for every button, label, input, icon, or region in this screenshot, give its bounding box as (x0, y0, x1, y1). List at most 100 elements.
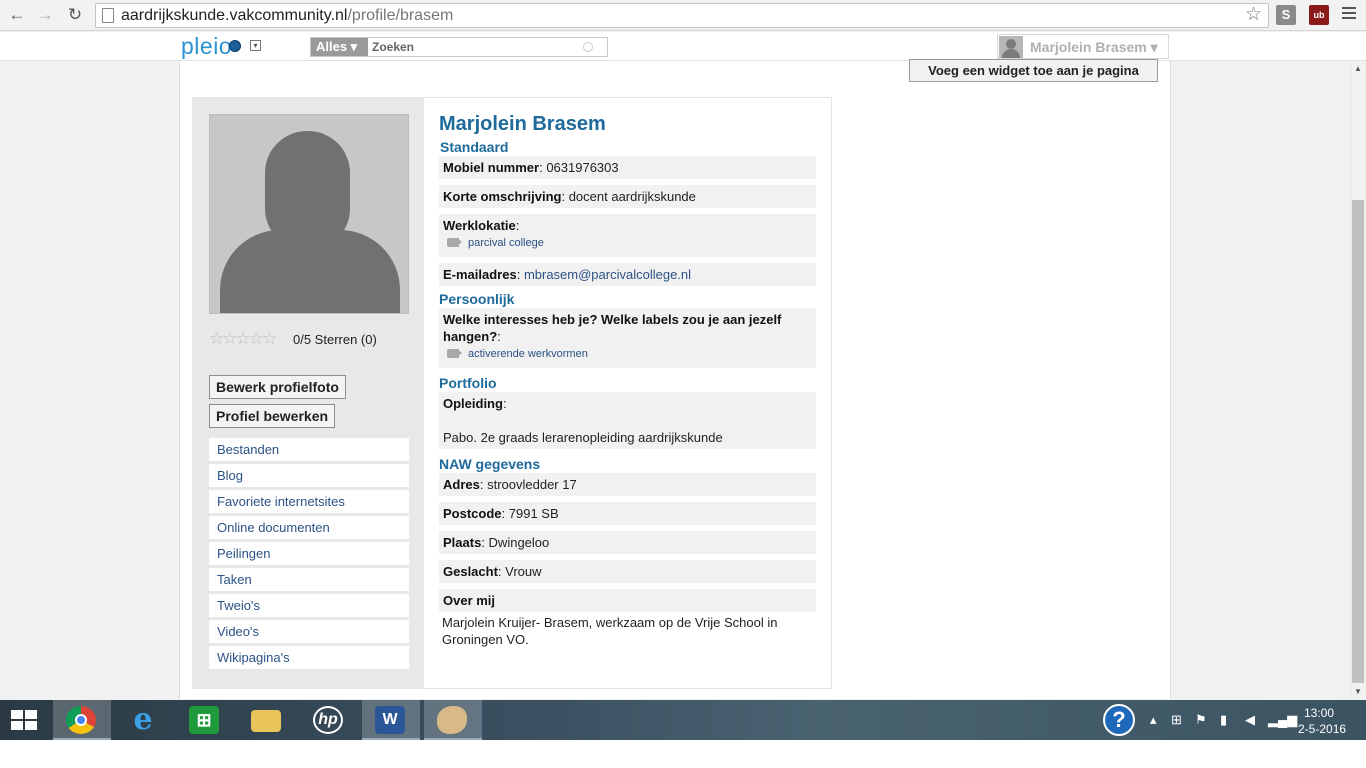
taskbar-explorer[interactable] (238, 700, 296, 740)
reload-icon[interactable]: ↻ (64, 4, 86, 26)
field-label: Werklokatie (443, 218, 516, 233)
field-city: Plaats: Dwingeloo (439, 531, 816, 554)
field-value: 7991 SB (508, 506, 559, 521)
silhouette-head (265, 131, 350, 249)
menu-item-favoriete-internetsites[interactable]: Favoriete internetsites (209, 490, 409, 513)
taskbar-store[interactable]: ⊞ (176, 700, 234, 740)
edit-profile-button[interactable]: Profiel bewerken (209, 404, 336, 428)
back-arrow-icon[interactable]: ← (6, 4, 28, 26)
chevron-down-icon[interactable]: ▾ (250, 40, 261, 51)
field-label: Postcode (443, 506, 502, 521)
about-text: Marjolein Kruijer- Brasem, werkzaam op d… (442, 615, 778, 647)
field-value: Pabo. 2e graads lerarenopleiding aardrij… (443, 430, 723, 445)
screen-bottom-strip (0, 740, 1366, 768)
search-input[interactable] (369, 38, 605, 56)
paint-palette-icon (437, 706, 467, 734)
field-label: Adres (443, 477, 480, 492)
field-work-location: Werklokatie: parcival college (439, 214, 816, 257)
field-label: Opleiding (443, 396, 503, 411)
field-interests: Welke interesses heb je? Welke labels zo… (439, 308, 816, 368)
url-text: aardrijkskunde.vakcommunity.nl/profile/b… (121, 7, 453, 25)
forward-arrow-icon[interactable]: → (34, 4, 56, 26)
chrome-icon (66, 706, 96, 734)
windows-logo-icon (11, 710, 37, 730)
page-icon (102, 8, 114, 23)
extension-s-icon[interactable]: S (1276, 5, 1296, 25)
edit-photo-button[interactable]: Bewerk profielfoto (209, 375, 346, 399)
scroll-up-icon[interactable]: ▲ (1354, 64, 1362, 73)
start-button[interactable] (0, 700, 48, 740)
profile-details: Marjolein Brasem Standaard Mobiel nummer… (439, 112, 816, 648)
field-label: Korte omschrijving (443, 189, 562, 204)
menu-item-blog[interactable]: Blog (209, 464, 409, 487)
menu-item-bestanden[interactable]: Bestanden (209, 438, 409, 461)
profile-menu: Bestanden Blog Favoriete internetsites O… (209, 438, 409, 672)
field-label: Mobiel nummer (443, 160, 540, 175)
url-path: /profile/brasem (347, 7, 454, 24)
tray-flag-icon[interactable]: ⚑ (1195, 712, 1207, 728)
field-gender: Geslacht: Vrouw (439, 560, 816, 583)
folder-icon (251, 710, 281, 732)
site-topbar: pleio ▾ Alles ▾ Marjolein Brasem ▾ (0, 32, 1366, 61)
scroll-down-icon[interactable]: ▼ (1354, 687, 1362, 696)
field-label: Plaats (443, 535, 482, 550)
hp-icon: hp (313, 706, 343, 734)
word-icon: W (375, 706, 405, 734)
avatar (999, 36, 1023, 58)
tag-link[interactable]: parcival college (443, 235, 812, 251)
email-link[interactable]: mbrasem@parcivalcollege.nl (524, 267, 691, 282)
taskbar-hp[interactable]: hp (300, 700, 358, 740)
url-host: aardrijkskunde.vakcommunity.nl (121, 7, 348, 24)
ublock-icon[interactable]: ub (1309, 5, 1329, 25)
field-value: Vrouw (505, 564, 542, 579)
bookmark-star-icon[interactable]: ☆ (1245, 5, 1262, 25)
search-icon[interactable] (583, 42, 593, 52)
clock-time[interactable]: 13:00 (1304, 706, 1334, 720)
menu-item-online-documenten[interactable]: Online documenten (209, 516, 409, 539)
tray-windows-icon[interactable]: ⊞ (1171, 712, 1182, 728)
field-value: Dwingeloo (488, 535, 550, 550)
tray-battery-icon[interactable]: ▮ (1220, 712, 1227, 728)
user-menu[interactable]: Marjolein Brasem ▾ (997, 34, 1169, 59)
pleio-logo[interactable]: pleio (181, 34, 232, 58)
user-name: Marjolein Brasem ▾ (1030, 39, 1158, 55)
profile-photo (209, 114, 409, 314)
menu-item-wikipaginas[interactable]: Wikipagina's (209, 646, 409, 669)
chrome-menu-icon[interactable] (1342, 7, 1356, 22)
search-bar: Alles ▾ (310, 37, 608, 57)
taskbar-internet-explorer[interactable]: e (115, 700, 173, 740)
tray-chevron-up-icon[interactable]: ▴ (1150, 712, 1157, 728)
field-about: Over mij (439, 589, 816, 612)
browser-toolbar: ← → ↻ aardrijkskunde.vakcommunity.nl/pro… (0, 0, 1366, 31)
search-scope-dropdown[interactable]: Alles ▾ (311, 38, 368, 56)
field-description: Korte omschrijving: docent aardrijkskund… (439, 185, 816, 208)
menu-item-peilingen[interactable]: Peilingen (209, 542, 409, 565)
menu-item-tweios[interactable]: Tweio's (209, 594, 409, 617)
store-icon: ⊞ (189, 706, 219, 734)
tray-volume-icon[interactable]: ◀ (1245, 712, 1255, 728)
section-standaard: Standaard (440, 139, 509, 155)
add-widget-button[interactable]: Voeg een widget toe aan je pagina (909, 59, 1158, 82)
menu-item-taken[interactable]: Taken (209, 568, 409, 591)
taskbar-word[interactable]: W (362, 700, 420, 740)
help-icon[interactable]: ? (1103, 704, 1135, 736)
scrollbar-thumb[interactable] (1352, 200, 1364, 683)
internet-explorer-icon: e (133, 702, 153, 737)
field-education: Opleiding: Pabo. 2e graads lerarenopleidi… (439, 392, 816, 449)
field-mobile: Mobiel nummer: 0631976303 (439, 156, 816, 179)
field-value: 0631976303 (546, 160, 619, 175)
menu-item-videos[interactable]: Video's (209, 620, 409, 643)
tag-link[interactable]: activerende werkvormen (443, 346, 812, 362)
rating-stars-icon[interactable]: ☆☆☆☆☆ (209, 330, 277, 347)
field-label: Welke interesses heb je? Welke labels zo… (443, 312, 782, 344)
field-value: stroovledder 17 (487, 477, 577, 492)
clock-date[interactable]: 2-5-2016 (1298, 722, 1346, 736)
taskbar-chrome[interactable] (53, 700, 111, 740)
taskbar-paint[interactable] (424, 700, 482, 740)
address-bar[interactable]: aardrijkskunde.vakcommunity.nl/profile/b… (95, 3, 1269, 28)
field-value: docent aardrijkskunde (568, 189, 696, 204)
tray-network-icon[interactable]: ▂▄▆ (1268, 712, 1297, 728)
field-label: Over mij (443, 593, 496, 608)
field-label: Geslacht (443, 564, 498, 579)
field-address: Adres: stroovledder 17 (439, 473, 816, 496)
